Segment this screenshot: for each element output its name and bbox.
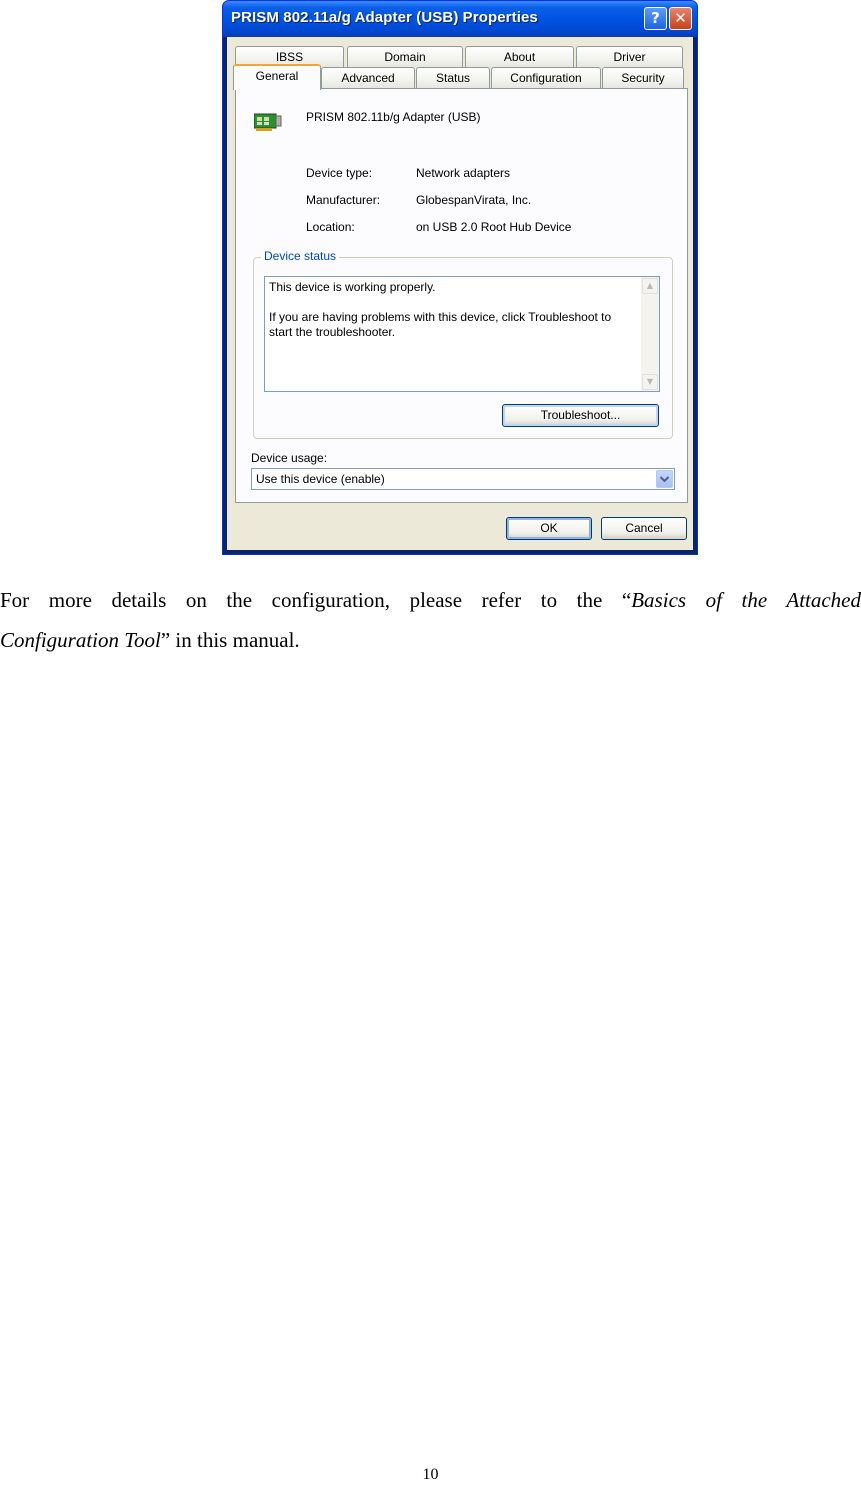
device-name: PRISM 802.11b/g Adapter (USB) [306,110,481,124]
tab-domain[interactable]: Domain [347,46,463,68]
device-usage-label: Device usage: [251,451,328,465]
status-line-3: start the troubleshooter. [269,325,396,339]
tab-advanced[interactable]: Advanced [321,67,415,89]
chevron-down-icon [659,476,670,483]
paragraph-line-1: For more details on the configuration, p… [0,580,861,620]
location-label: Location: [306,220,355,234]
tab-status[interactable]: Status [416,67,490,89]
reference-title-part-1: Basics of the Attached [631,588,861,612]
manufacturer-value: GlobespanVirata, Inc. [416,193,532,207]
device-status-textbox[interactable]: This device is working properly. If you … [264,276,660,392]
device-usage-value: Use this device (enable) [256,472,385,486]
properties-dialog: PRISM 802.11a/g Adapter (USB) Properties… [222,0,698,555]
general-tab-panel: PRISM 802.11b/g Adapter (USB) Device typ… [235,88,688,503]
tab-security[interactable]: Security [602,67,684,89]
dialog-client-area: IBSS Domain About Driver General Advance… [227,37,693,550]
tab-driver[interactable]: Driver [576,46,683,68]
close-button[interactable]: ✕ [669,7,692,30]
title-bar[interactable]: PRISM 802.11a/g Adapter (USB) Properties… [223,1,697,37]
scroll-down-icon[interactable]: ▼ [642,374,658,390]
manufacturer-label: Manufacturer: [306,193,381,207]
device-type-label: Device type: [306,166,373,180]
network-adapter-icon [254,113,282,131]
reference-title-part-2: Configuration Tool [0,628,161,652]
help-button[interactable]: ? [644,7,667,30]
tab-general[interactable]: General [233,64,321,90]
ok-button[interactable]: OK [506,517,592,540]
body-paragraph: For more details on the configuration, p… [0,580,861,660]
device-type-value: Network adapters [416,166,511,180]
cancel-button[interactable]: Cancel [601,517,687,540]
paragraph-end: ” in this manual. [160,628,300,652]
device-status-label: Device status [261,249,340,263]
device-usage-select[interactable]: Use this device (enable) [251,468,675,490]
device-status-group: Device status This device is working pro… [253,249,673,439]
tab-about[interactable]: About [465,46,574,68]
troubleshoot-button[interactable]: Troubleshoot... [502,404,659,427]
close-icon: ✕ [674,9,687,27]
status-scrollbar[interactable]: ▲ ▼ [641,277,659,391]
page-number: 10 [422,1466,439,1483]
location-value: on USB 2.0 Root Hub Device [416,220,572,234]
paragraph-start: For more details on the configuration, p… [0,588,632,612]
tab-configuration[interactable]: Configuration [491,67,601,89]
dialog-title: PRISM 802.11a/g Adapter (USB) Properties [231,9,538,26]
status-line-1: This device is working properly. [269,280,436,294]
dropdown-arrow[interactable] [656,470,673,488]
help-icon: ? [651,9,660,27]
scroll-up-icon[interactable]: ▲ [642,278,658,294]
status-line-2: If you are having problems with this dev… [269,310,612,324]
